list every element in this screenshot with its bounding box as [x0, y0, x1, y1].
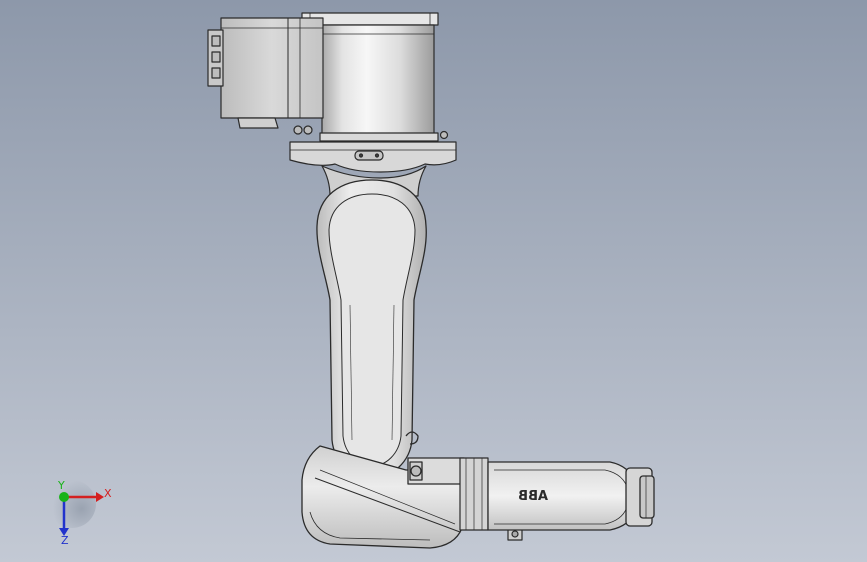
- triad-z-label: Z: [61, 534, 69, 547]
- abb-logo-text: ABB: [518, 489, 548, 504]
- upper-arm[interactable]: [316, 179, 427, 479]
- graphics-viewport[interactable]: ABB X Y Z: [0, 0, 867, 562]
- triad-x-label: X: [104, 487, 112, 500]
- wrist-housing[interactable]: [487, 461, 655, 531]
- triad-y-axis: [59, 492, 69, 502]
- triad-y-label: Y: [57, 479, 65, 492]
- triad-shade: [48, 480, 96, 528]
- model-scene[interactable]: ABB X Y Z: [0, 0, 867, 562]
